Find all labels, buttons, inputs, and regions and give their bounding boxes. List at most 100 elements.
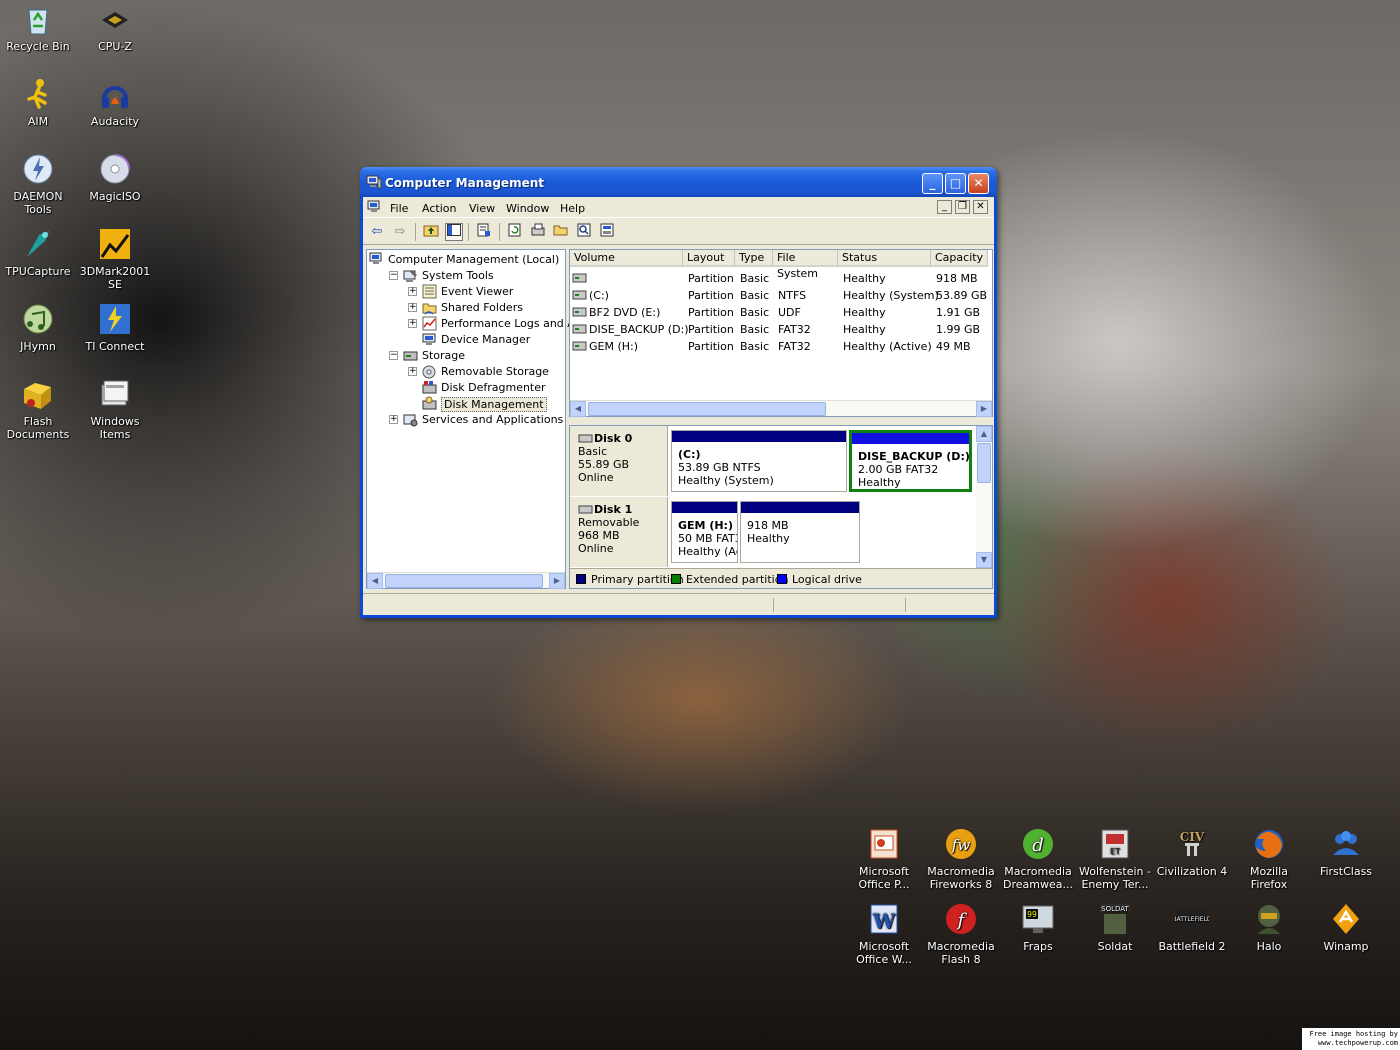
desktop-shortcut[interactable]: SOLDAT Soldat: [1077, 902, 1153, 953]
table-row[interactable]: GEM (H:) Partition Basic FAT32 Healthy (Acti…: [570, 338, 992, 354]
title-bar[interactable]: Computer Management _ □ ✕: [360, 167, 997, 197]
console-tree: Computer Management (Local) − System Tools…: [366, 249, 599, 589]
desktop-shortcut[interactable]: Microsoft Office P...: [846, 827, 922, 891]
column-header[interactable]: Layout: [683, 250, 735, 267]
menu-help[interactable]: Help: [560, 202, 585, 215]
mmc-document-icon[interactable]: [367, 200, 383, 214]
volume-list-horizontal-scrollbar[interactable]: ◀ ▶: [570, 400, 992, 417]
disk-info-panel[interactable]: Disk 0 Basic 55.89 GB Online: [570, 426, 668, 496]
desktop-shortcut[interactable]: Winamp: [1308, 902, 1384, 953]
table-row[interactable]: (C:) Partition Basic NTFS Healthy (System) 53…: [570, 287, 992, 303]
scroll-right-arrow-icon[interactable]: ▶: [976, 401, 992, 417]
tree-item[interactable]: + Performance Logs and Alerts: [367, 316, 599, 332]
desktop-shortcut[interactable]: BATTLEFIELD Battlefield 2: [1154, 902, 1230, 953]
desktop-shortcut[interactable]: fw Macromedia Fireworks 8: [923, 827, 999, 891]
open-folder-icon[interactable]: [552, 223, 570, 241]
disk-view-scroll-thumb[interactable]: [977, 443, 991, 483]
desktop-shortcut[interactable]: AIM: [0, 77, 76, 128]
tree-horizontal-scrollbar[interactable]: ◀ ▶: [367, 572, 565, 589]
tree-item[interactable]: + Services and Applications: [367, 412, 563, 428]
back-arrow-icon[interactable]: ⇦: [368, 223, 386, 241]
column-header[interactable]: Type: [735, 250, 773, 267]
tree-scroll-thumb[interactable]: [385, 574, 543, 588]
tree-expander-icon[interactable]: +: [408, 319, 417, 328]
tree-item[interactable]: Disk Management: [367, 396, 563, 412]
desktop-shortcut[interactable]: Recycle Bin: [0, 2, 76, 53]
desktop-shortcut[interactable]: Windows Items: [77, 377, 153, 441]
column-header[interactable]: File System: [773, 250, 838, 280]
desktop-shortcut[interactable]: JHymn: [0, 302, 76, 353]
desktop-shortcut[interactable]: 99 Fraps: [1000, 902, 1076, 953]
menu-window[interactable]: Window: [506, 202, 549, 215]
desktop-shortcut-label: AIM: [27, 115, 49, 128]
forward-arrow-icon[interactable]: ⇨: [391, 223, 409, 241]
tree-item[interactable]: Computer Management (Local): [367, 252, 563, 268]
table-row[interactable]: BF2 DVD (E:) Partition Basic UDF Healthy 1.91…: [570, 304, 992, 320]
help-topics-icon[interactable]: [598, 223, 616, 241]
disk-info-panel[interactable]: Disk 1 Removable 968 MB Online: [570, 497, 668, 567]
search-icon[interactable]: [575, 223, 593, 241]
tree-item[interactable]: + Event Viewer: [367, 284, 563, 300]
child-close-button[interactable]: ✕: [973, 200, 988, 214]
menu-file[interactable]: File: [390, 202, 408, 215]
child-minimize-button[interactable]: _: [937, 200, 952, 214]
up-one-level-icon[interactable]: [422, 223, 440, 241]
tree-expander-icon[interactable]: +: [389, 415, 398, 424]
close-button[interactable]: ✕: [968, 173, 989, 194]
maximize-button[interactable]: □: [945, 173, 966, 194]
minimize-button[interactable]: _: [922, 173, 943, 194]
scroll-down-arrow-icon[interactable]: ▼: [976, 552, 992, 568]
table-cell: 49 MB: [936, 340, 971, 353]
properties-icon[interactable]: [475, 223, 493, 241]
desktop-shortcut[interactable]: Halo: [1231, 902, 1307, 953]
tree-expander-icon[interactable]: +: [408, 367, 417, 376]
desktop-shortcut[interactable]: CIV Civilization 4: [1154, 827, 1230, 878]
tree-item[interactable]: − System Tools: [367, 268, 563, 284]
child-restore-button[interactable]: ❐: [955, 200, 970, 214]
table-row[interactable]: Partition Basic Healthy 918 MB: [570, 270, 992, 286]
scroll-left-arrow-icon[interactable]: ◀: [570, 401, 586, 417]
column-header[interactable]: Capacity: [931, 250, 988, 267]
tree-item[interactable]: + Removable Storage: [367, 364, 563, 380]
tree-expander-icon[interactable]: −: [389, 351, 398, 360]
tree-expander-icon[interactable]: −: [389, 271, 398, 280]
menu-action[interactable]: Action: [422, 202, 456, 215]
disk-view-vertical-scrollbar[interactable]: ▲ ▼: [976, 426, 992, 568]
desktop-shortcut[interactable]: TI Connect: [77, 302, 153, 353]
tree-expander-icon[interactable]: +: [408, 303, 417, 312]
partition-block[interactable]: GEM (H:)50 MB FAT32Healthy (Active): [671, 501, 738, 563]
table-row[interactable]: DISE_BACKUP (D:) Partition Basic FAT32 Healt…: [570, 321, 992, 337]
desktop-shortcut[interactable]: ET Wolfenstein - Enemy Ter...: [1077, 827, 1153, 891]
disk-settings-icon[interactable]: [529, 223, 547, 241]
desktop-shortcut[interactable]: 3DMark2001 SE: [77, 227, 153, 291]
volume-list-scroll-thumb[interactable]: [588, 402, 826, 416]
refresh-icon[interactable]: [506, 223, 524, 241]
partition-block[interactable]: DISE_BACKUP (D:) 2.00 GB FAT32 Healthy: [849, 430, 972, 492]
menu-view[interactable]: View: [469, 202, 495, 215]
scroll-up-arrow-icon[interactable]: ▲: [976, 426, 992, 442]
tree-item[interactable]: − Storage: [367, 348, 563, 364]
partition-block[interactable]: (C:) 53.89 GB NTFS Healthy (System): [671, 430, 847, 492]
show-hide-console-tree-icon[interactable]: [445, 223, 463, 241]
desktop-shortcut[interactable]: Audacity: [77, 77, 153, 128]
desktop-shortcut[interactable]: MagicISO: [77, 152, 153, 203]
partition-block[interactable]: 918 MB Healthy: [740, 501, 860, 563]
column-header[interactable]: Status: [838, 250, 931, 267]
tree-expander-icon[interactable]: +: [408, 287, 417, 296]
tree-item[interactable]: + Shared Folders: [367, 300, 563, 316]
scroll-left-arrow-icon[interactable]: ◀: [367, 573, 383, 589]
desktop-shortcut[interactable]: Mozilla Firefox: [1231, 827, 1307, 891]
desktop-shortcut[interactable]: W Microsoft Office W...: [846, 902, 922, 966]
recycle-bin-icon: [21, 2, 55, 36]
desktop-shortcut[interactable]: DAEMON Tools: [0, 152, 76, 216]
desktop-shortcut[interactable]: CPU-Z: [77, 2, 153, 53]
desktop-shortcut[interactable]: d Macromedia Dreamwea...: [1000, 827, 1076, 891]
desktop-shortcut[interactable]: Flash Documents: [0, 377, 76, 441]
tree-item[interactable]: Device Manager: [367, 332, 563, 348]
column-header[interactable]: Volume: [570, 250, 683, 267]
desktop-shortcut[interactable]: FirstClass: [1308, 827, 1384, 878]
scroll-right-arrow-icon[interactable]: ▶: [549, 573, 565, 589]
tree-item[interactable]: Disk Defragmenter: [367, 380, 563, 396]
desktop-shortcut[interactable]: f Macromedia Flash 8: [923, 902, 999, 966]
desktop-shortcut[interactable]: TPUCapture: [0, 227, 76, 278]
